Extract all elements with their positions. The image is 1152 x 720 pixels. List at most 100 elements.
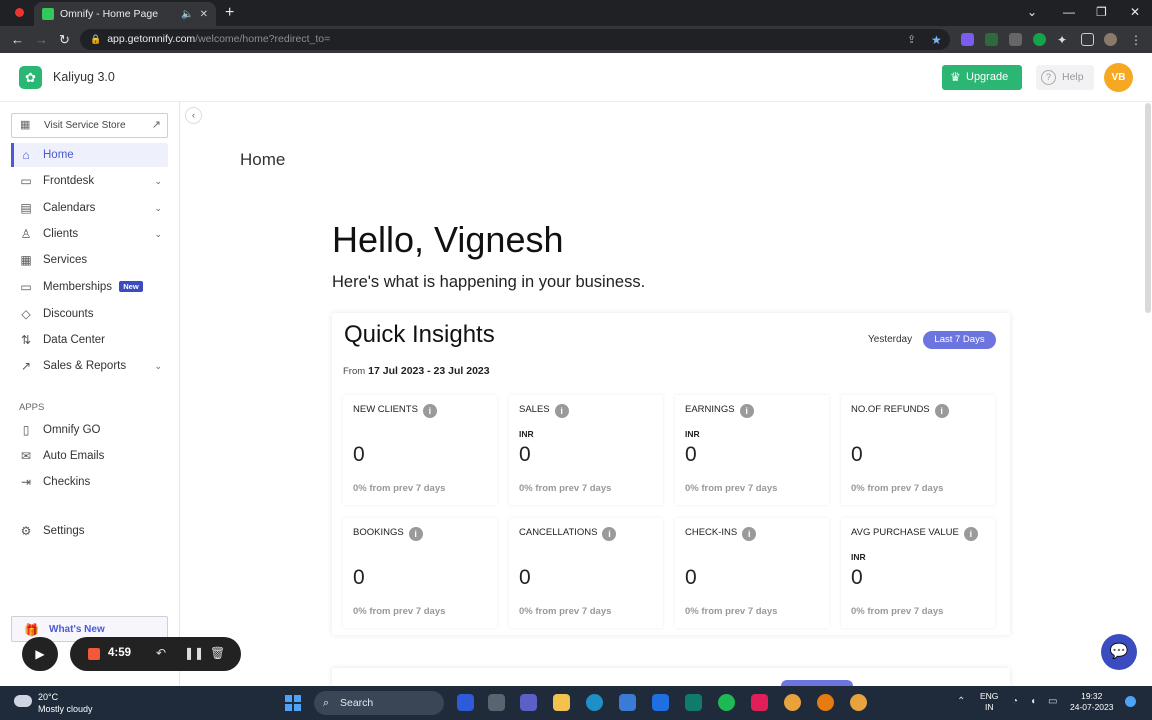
slack-icon[interactable] xyxy=(751,694,768,711)
range-last-7-days-button[interactable]: Last 7 Days xyxy=(923,331,996,349)
app-icon[interactable] xyxy=(685,694,702,711)
info-icon[interactable]: i xyxy=(554,404,569,418)
undo-icon[interactable]: ↶ xyxy=(156,646,166,660)
file-explorer-icon[interactable] xyxy=(553,694,570,711)
sidebar-item-sales-reports[interactable]: ↗ Sales & Reports ⌄ xyxy=(11,354,168,378)
spotify-icon[interactable] xyxy=(718,694,735,711)
sidebar-item-settings[interactable]: ⚙ Settings xyxy=(11,519,168,543)
search-icon: ⌕ xyxy=(323,697,330,709)
dropbox-icon[interactable] xyxy=(652,694,669,711)
windows-start-icon[interactable] xyxy=(285,695,301,711)
sidebar-item-memberships[interactable]: ▭ Memberships New xyxy=(11,275,168,299)
card-icon: ▭ xyxy=(20,280,32,294)
sidebar-item-frontdesk[interactable]: ▭ Frontdesk ⌄ xyxy=(11,169,168,193)
profile-icon[interactable] xyxy=(1104,33,1117,46)
forward-icon[interactable]: → xyxy=(35,32,48,47)
clock[interactable]: 19:32 24-07-2023 xyxy=(1070,691,1113,713)
collapse-sidebar-button[interactable]: ‹ xyxy=(185,107,202,124)
stop-recording-icon[interactable] xyxy=(88,648,100,660)
sidebar-item-services[interactable]: ▦ Services xyxy=(11,248,168,272)
wifi-icon[interactable]: ◔ xyxy=(1012,696,1018,707)
chevron-down-icon[interactable]: ⌄ xyxy=(1027,5,1037,19)
sidebar-item-home[interactable]: ⌂ Home xyxy=(11,143,168,167)
info-icon[interactable]: i xyxy=(934,404,949,418)
scrollbar[interactable] xyxy=(1145,103,1151,313)
info-icon[interactable]: i xyxy=(963,527,978,541)
avatar[interactable]: VB xyxy=(1104,63,1133,92)
share-icon[interactable]: ⇪ xyxy=(907,33,920,46)
puzzle-icon[interactable]: ✦ xyxy=(1057,33,1070,47)
chrome-icon[interactable] xyxy=(784,694,801,711)
notification-icon[interactable] xyxy=(1125,696,1136,707)
metric-value: 0 xyxy=(851,566,863,589)
metric-currency: INR xyxy=(851,552,866,562)
sidebar-item-discounts[interactable]: ◇ Discounts xyxy=(11,302,168,326)
task-view-icon[interactable] xyxy=(488,694,505,711)
temperature: 20°C xyxy=(38,692,59,702)
sidebar-item-calendars[interactable]: ▤ Calendars ⌄ xyxy=(11,196,168,220)
sidebar-item-data-center[interactable]: ⇅ Data Center xyxy=(11,328,168,352)
info-icon[interactable]: i xyxy=(739,404,754,418)
side-panel-icon[interactable] xyxy=(1081,33,1094,46)
taskbar-search[interactable]: ⌕ Search xyxy=(314,691,444,715)
sidebar-item-clients[interactable]: ♙ Clients ⌄ xyxy=(11,222,168,246)
chat-support-icon[interactable]: 💬 xyxy=(1101,634,1137,670)
range-yesterday-button[interactable]: Yesterday xyxy=(868,334,912,345)
upgrade-button[interactable]: ♛ Upgrade xyxy=(942,65,1022,90)
app-icon[interactable] xyxy=(817,694,834,711)
info-icon[interactable]: i xyxy=(422,404,437,418)
close-tab-icon[interactable]: ✕ xyxy=(200,9,208,20)
sidebar-item-omnify-go[interactable]: ▯ Omnify GO xyxy=(11,418,168,442)
menu-dots-icon[interactable]: ⋮ xyxy=(1130,33,1143,47)
help-button[interactable]: ? Help xyxy=(1036,65,1094,90)
store-icon[interactable] xyxy=(619,694,636,711)
teams-icon[interactable] xyxy=(520,694,537,711)
time: 19:32 xyxy=(1081,691,1103,701)
new-tab-icon[interactable]: + xyxy=(225,4,234,22)
camera-toggle-icon[interactable]: ▶ xyxy=(22,637,58,671)
metric-value: 0 xyxy=(353,443,365,466)
visit-service-store-button[interactable]: ▦ Visit Service Store ↗ xyxy=(11,113,168,138)
sidebar-item-checkins[interactable]: ⇥ Checkins xyxy=(11,470,168,494)
browser-tab[interactable]: Omnify - Home Page 🔈 ✕ xyxy=(34,2,216,26)
delete-icon[interactable]: 🗑 xyxy=(210,646,225,660)
metric-value: 0 xyxy=(685,566,697,589)
address-bar[interactable]: 🔒 app.getomnify.com/welcome/home?redirect… xyxy=(80,29,950,50)
weather-widget[interactable]: 20°C Mostly cloudy xyxy=(38,691,93,715)
chevron-up-icon[interactable]: ⌃ xyxy=(957,696,965,707)
weather-cloud-icon[interactable] xyxy=(14,695,32,707)
app-header: ✿ Kaliyug 3.0 ♛ Upgrade ? Help VB xyxy=(0,53,1152,102)
browser-tab-bar: Omnify - Home Page 🔈 ✕ + ⌄ — ❐ ✕ xyxy=(0,0,1152,26)
maximize-icon[interactable]: ❐ xyxy=(1096,5,1107,19)
back-icon[interactable]: ← xyxy=(11,32,24,47)
metric-label: SALES xyxy=(519,404,550,415)
extension-icon[interactable] xyxy=(985,33,998,46)
extension-icon[interactable] xyxy=(961,33,974,46)
pause-icon[interactable]: ❚❚ xyxy=(184,646,204,660)
sidebar-item-label: Data Center xyxy=(43,334,106,346)
extension-icon[interactable] xyxy=(1009,33,1022,46)
reload-icon[interactable]: ↻ xyxy=(59,32,70,48)
metric-label: NO.OF REFUNDS xyxy=(851,404,930,415)
info-icon[interactable]: i xyxy=(408,527,423,541)
bookmark-star-icon[interactable]: ★ xyxy=(931,33,944,47)
grammarly-icon[interactable] xyxy=(1033,33,1046,46)
volume-icon[interactable]: ◖ xyxy=(1030,696,1036,707)
taskbar-search-label: Search xyxy=(340,697,374,709)
battery-icon[interactable]: ▭ xyxy=(1048,696,1057,707)
language-indicator[interactable]: ENG IN xyxy=(980,691,998,713)
omnify-logo-icon[interactable]: ✿ xyxy=(19,66,42,89)
date-range-value: 17 Jul 2023 - 23 Jul 2023 xyxy=(368,365,490,377)
metric-label: CHECK-INS xyxy=(685,527,738,538)
lock-icon: 🔒 xyxy=(90,34,102,44)
close-window-icon[interactable]: ✕ xyxy=(1130,5,1140,19)
audio-icon[interactable]: 🔈 xyxy=(181,9,193,20)
app-icon[interactable] xyxy=(457,694,474,711)
chrome-icon[interactable] xyxy=(850,694,867,711)
info-icon[interactable]: i xyxy=(602,527,617,541)
minimize-icon[interactable]: — xyxy=(1063,5,1075,19)
edge-icon[interactable] xyxy=(586,694,603,711)
metric-sales: SALES i INR 0 0% from prev 7 days xyxy=(509,395,663,505)
sidebar-item-auto-emails[interactable]: ✉ Auto Emails xyxy=(11,444,168,468)
info-icon[interactable]: i xyxy=(742,527,757,541)
